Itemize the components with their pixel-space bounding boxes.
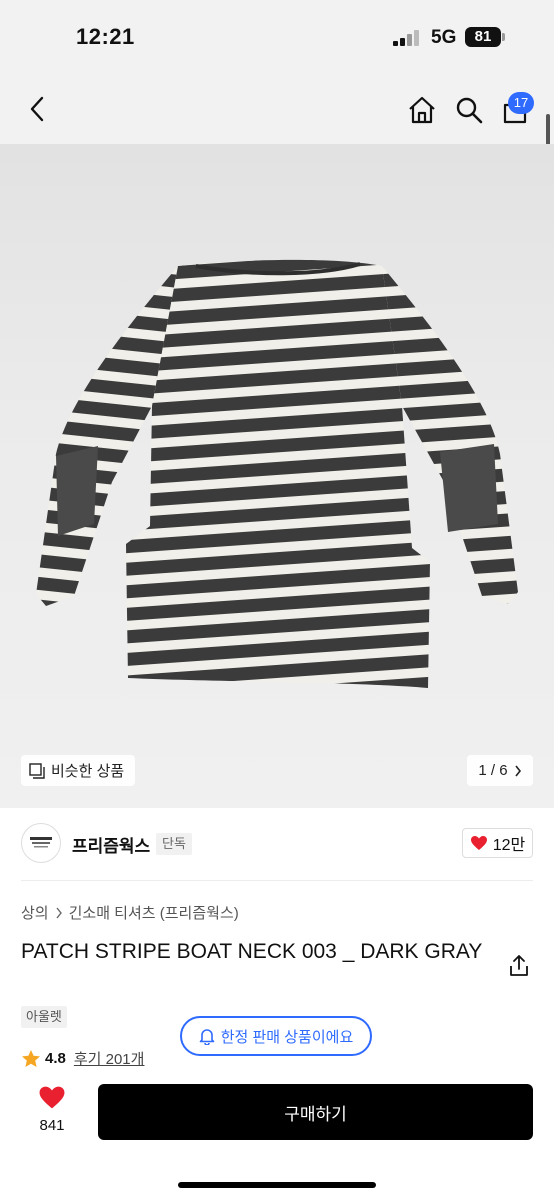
battery-icon: 81 — [465, 27, 501, 47]
chevron-right-icon — [56, 907, 62, 918]
exclusive-badge: 단독 — [156, 833, 192, 855]
share-button[interactable] — [508, 954, 530, 983]
product-image — [36, 259, 518, 688]
chevron-left-icon — [30, 96, 44, 122]
breadcrumb-category[interactable]: 상의 — [21, 902, 49, 923]
home-button[interactable] — [406, 94, 438, 126]
product-like-count: 841 — [39, 1117, 65, 1134]
brand-logo-mark — [30, 837, 52, 848]
search-button[interactable] — [453, 94, 485, 126]
breadcrumb: 상의 긴소매 티셔츠 (프리즘웍스) — [21, 902, 239, 923]
product-like-button[interactable]: 841 — [30, 1085, 74, 1134]
cellular-signal-icon — [393, 30, 421, 46]
similar-products-label: 비슷한 상품 — [51, 763, 125, 780]
heart-icon — [39, 1086, 65, 1109]
home-indicator — [178, 1182, 376, 1188]
share-icon — [510, 955, 528, 976]
chevron-right-icon — [514, 765, 521, 776]
network-type: 5G — [431, 27, 457, 48]
search-icon — [456, 97, 483, 124]
brand-like-button[interactable]: 12만 — [462, 828, 533, 858]
top-nav-bar — [0, 72, 554, 144]
breadcrumb-subcategory[interactable]: 긴소매 티셔츠 (프리즘웍스) — [69, 902, 239, 923]
brand-like-count: 12만 — [492, 837, 526, 854]
brand-logo[interactable] — [21, 823, 61, 863]
status-time: 12:21 — [76, 24, 135, 49]
status-bar: 12:21 5G 81 — [0, 0, 554, 72]
home-icon — [409, 96, 435, 124]
battery-tip — [502, 33, 505, 41]
star-icon — [22, 1050, 40, 1067]
product-image-gallery[interactable] — [0, 144, 554, 808]
brand-name[interactable]: 프리즘웍스 — [72, 832, 150, 857]
section-divider — [21, 880, 533, 881]
rating-score: 4.8 — [45, 1050, 66, 1067]
review-count-link[interactable]: 후기 201개 — [74, 1048, 145, 1069]
bell-icon — [199, 1029, 215, 1045]
outlet-tag: 아울렛 — [21, 1006, 67, 1028]
page-indicator: 1 / 6 — [478, 762, 508, 779]
similar-products-button[interactable]: 비슷한 상품 — [21, 755, 136, 786]
image-pager[interactable]: 1 / 6 — [467, 755, 533, 786]
limited-sale-label: 한정 판매 상품이에요 — [220, 1028, 354, 1046]
limited-sale-banner[interactable]: 한정 판매 상품이에요 — [180, 1016, 372, 1056]
product-title: PATCH STRIPE BOAT NECK 003 _ DARK GRAY — [21, 940, 483, 963]
similar-items-icon — [29, 762, 45, 779]
cart-count-badge: 17 — [508, 92, 534, 114]
back-button[interactable] — [24, 94, 50, 124]
rating-summary: 4.8 후기 201개 — [21, 1048, 144, 1069]
buy-button[interactable]: 구매하기 — [98, 1084, 533, 1140]
heart-icon — [470, 836, 487, 850]
buy-button-label: 구매하기 — [284, 1104, 347, 1124]
